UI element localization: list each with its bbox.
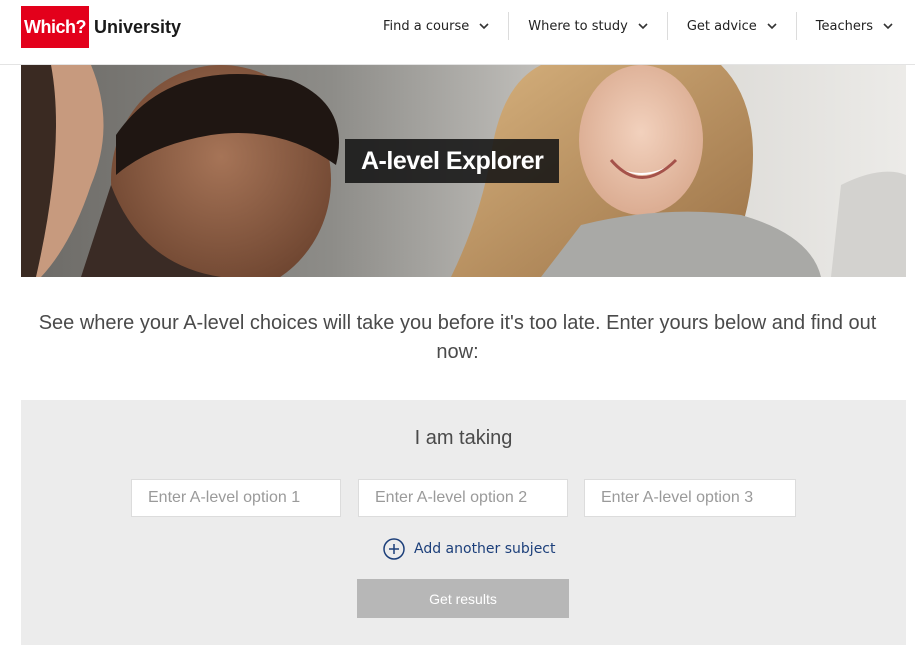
main-nav: Find a course Where to study Get advice … [364,12,905,40]
logo-university-text: University [94,16,182,37]
chevron-down-icon [883,23,893,30]
add-subject-label: Add another subject [414,541,556,557]
hero-title: A-level Explorer [345,139,560,183]
form-heading: I am taking [414,427,513,449]
alevel-option-1-input[interactable] [131,479,341,517]
nav-get-advice[interactable]: Get advice [668,12,797,40]
chevron-down-icon [767,23,777,30]
alevel-form-panel: I am taking Add another subject Get resu… [21,400,906,645]
get-results-button[interactable]: Get results [357,579,569,618]
alevel-option-2-input[interactable] [358,479,568,517]
hero-banner: A-level Explorer [21,65,906,277]
nav-teachers[interactable]: Teachers [797,12,905,40]
intro-text: See where your A-level choices will take… [38,312,877,363]
site-logo[interactable]: Which? University [21,6,182,48]
add-subject-link[interactable]: Add another subject [383,538,556,560]
plus-circle-icon [383,538,405,560]
nav-find-a-course[interactable]: Find a course [364,12,510,40]
alevel-option-3-input[interactable] [584,479,796,517]
nav-label: Teachers [815,18,873,34]
chevron-down-icon [638,23,648,30]
nav-label: Get advice [686,18,757,34]
chevron-down-icon [479,23,489,30]
which-logo-mark: Which? [21,6,89,48]
nav-label: Find a course [382,18,470,34]
site-header: Which? University Find a course Where to… [0,0,915,65]
nav-where-to-study[interactable]: Where to study [509,12,668,40]
nav-label: Where to study [528,18,628,34]
